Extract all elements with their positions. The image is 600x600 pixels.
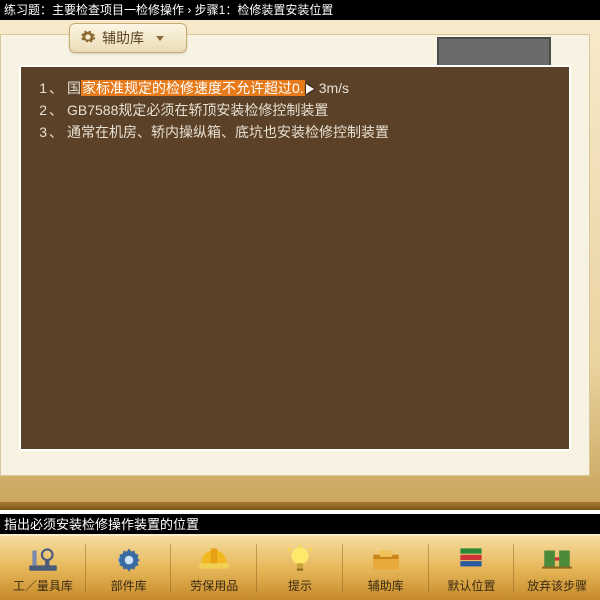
list-item-number: 3 [27, 121, 47, 143]
parts-icon [112, 544, 146, 574]
chevron-down-icon [156, 36, 164, 41]
giveup-button[interactable]: 放弃该步骤 [514, 536, 600, 600]
tools-button[interactable]: 工／量具库 [0, 536, 86, 600]
list-item[interactable]: 3、通常在机房、轿内操纵箱、底坑也安装检修控制装置 [27, 121, 563, 143]
toolbar-label: 提示 [288, 577, 312, 594]
assist-library-tab[interactable]: 辅助库 [69, 23, 187, 53]
ppe-icon [197, 544, 231, 574]
tab-label: 辅助库 [102, 28, 144, 48]
gear-icon [80, 29, 96, 48]
stage: 辅助库 1、国家标准规定的检修速度不允许超过0.3m/s2、GB7588规定必须… [0, 20, 600, 510]
assist-panel: 1、国家标准规定的检修速度不允许超过0.3m/s2、GB7588规定必须在轿顶安… [19, 65, 571, 451]
list-item[interactable]: 2、GB7588规定必须在轿顶安装检修控制装置 [27, 99, 563, 121]
tools-icon [26, 544, 60, 574]
wall: 辅助库 1、国家标准规定的检修速度不允许超过0.3m/s2、GB7588规定必须… [0, 34, 590, 476]
list-item-text: GB7588规定必须在轿顶安装检修控制装置 [67, 99, 563, 121]
hint-button[interactable]: 提示 [257, 536, 343, 600]
assist-icon [369, 544, 403, 574]
default-icon [454, 544, 488, 574]
ppe-button[interactable]: 劳保用品 [171, 536, 257, 600]
default-button[interactable]: 默认位置 [429, 536, 515, 600]
list-item-text: 国家标准规定的检修速度不允许超过0.3m/s [67, 77, 563, 99]
toolbar-label: 劳保用品 [190, 577, 238, 594]
hint-icon [283, 544, 317, 574]
list-item-separator: 、 [49, 121, 63, 143]
assist-text-list: 1、国家标准规定的检修速度不允许超过0.3m/s2、GB7588规定必须在轿顶安… [21, 67, 569, 153]
toolbar-label: 默认位置 [447, 577, 495, 594]
toolbar-label: 放弃该步骤 [527, 577, 587, 594]
highlighted-text: 家标准规定的检修速度不允许超过0. [81, 80, 305, 96]
parts-button[interactable]: 部件库 [86, 536, 172, 600]
toolbar-label: 部件库 [111, 577, 147, 594]
list-item-separator: 、 [49, 77, 63, 99]
toolbar-label: 辅助库 [368, 577, 404, 594]
bottom-toolbar: 工／量具库 部件库 劳保用品 提示 辅助库 默认位置 放弃该步骤 [0, 534, 600, 600]
list-item-number: 1 [27, 77, 47, 99]
assist-button[interactable]: 辅助库 [343, 536, 429, 600]
list-item-number: 2 [27, 99, 47, 121]
list-item-separator: 、 [49, 99, 63, 121]
list-item[interactable]: 1、国家标准规定的检修速度不允许超过0.3m/s [27, 77, 563, 99]
list-item-text: 通常在机房、轿内操纵箱、底坑也安装检修控制装置 [67, 121, 563, 143]
breadcrumb: 练习题：主要检查项目一检修操作 › 步骤1：检修装置安装位置 [0, 0, 600, 20]
prompt-bar: 指出必须安装检修操作装置的位置 [0, 514, 600, 536]
toolbar-label: 工／量具库 [13, 577, 73, 594]
giveup-icon [540, 544, 574, 574]
mouse-cursor-icon [306, 81, 318, 97]
